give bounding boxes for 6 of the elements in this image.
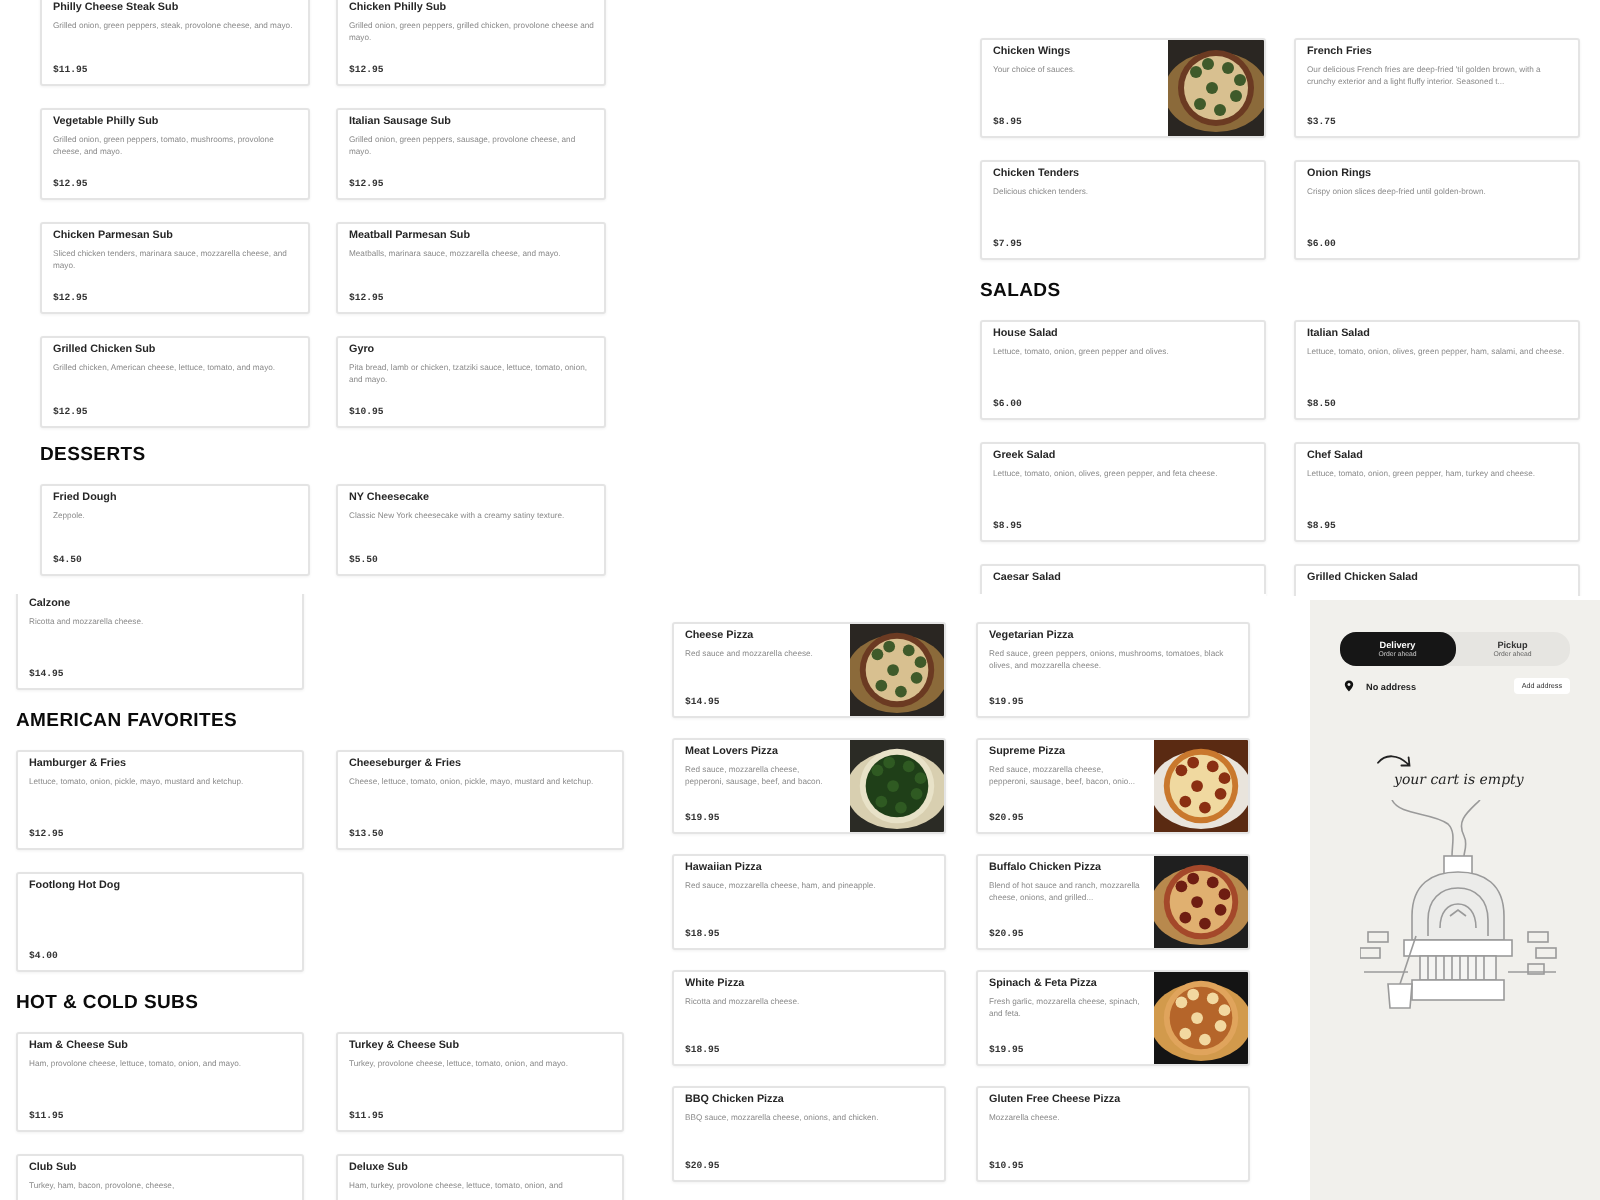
section-heading: HOT & COLD SUBS [16,990,201,1018]
curved-arrow-icon [1376,752,1416,770]
section-heading: AMERICAN FAVORITES [16,708,240,736]
section-heading: SALADS [980,278,1063,306]
section-heading: DESSERTS [40,442,148,470]
location-pin-icon [1344,680,1354,692]
